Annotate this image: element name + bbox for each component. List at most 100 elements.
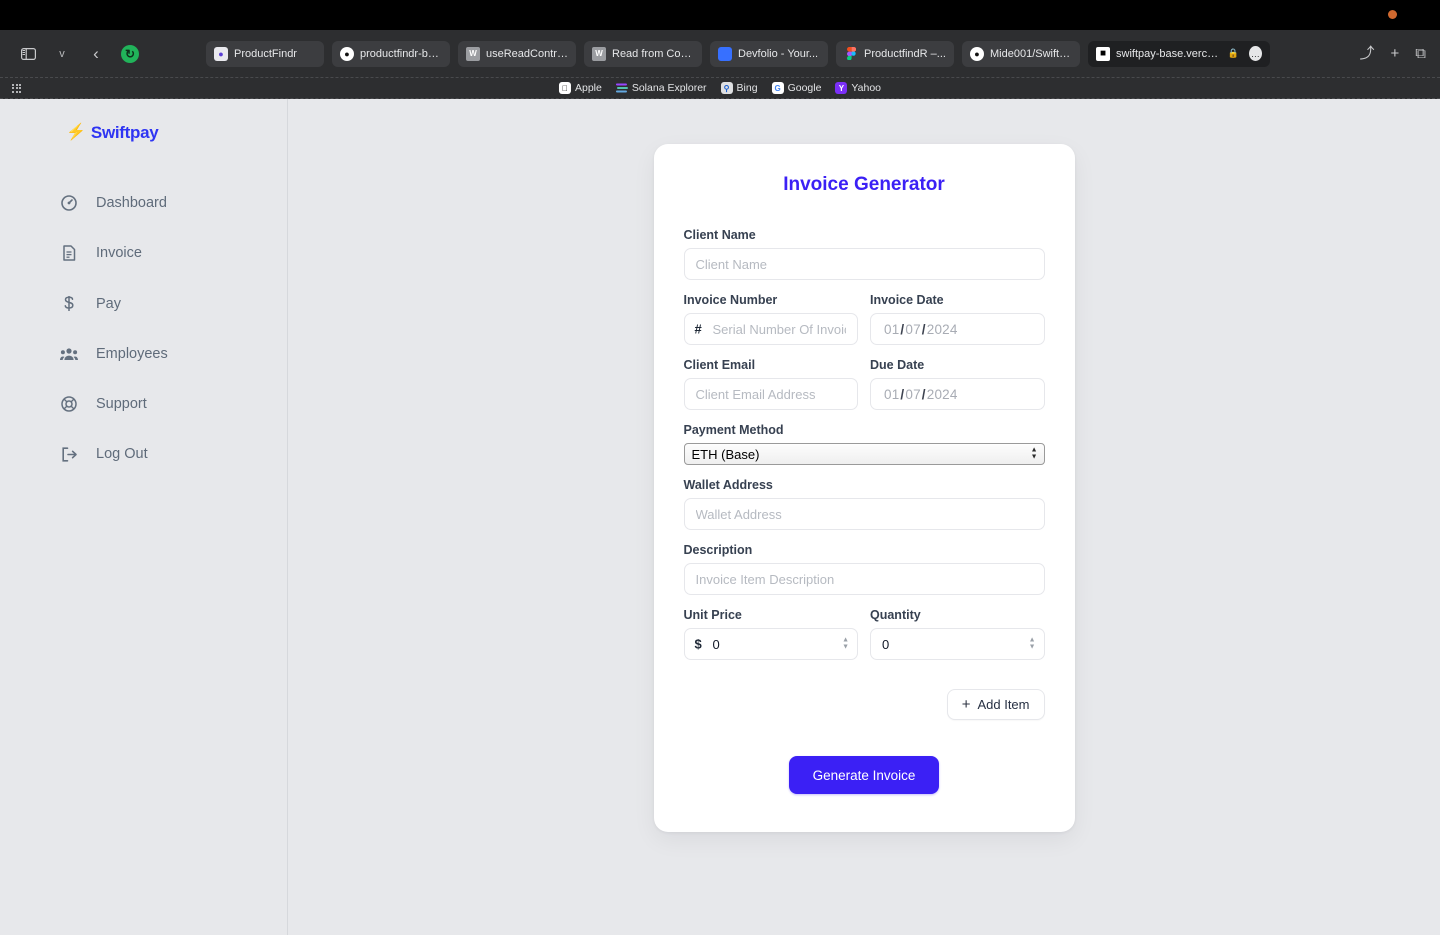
bookmark-label: Google xyxy=(787,82,822,94)
new-tab-icon[interactable]: + xyxy=(1391,46,1400,61)
bookmark-item[interactable]: G Google xyxy=(771,82,822,94)
field-payment-method: Payment Method ETH (Base) ▲ ▼ xyxy=(683,423,1045,465)
tab-label: Devfolio - Your... xyxy=(738,47,819,60)
add-item-button[interactable]: + Add Item xyxy=(946,689,1045,720)
field-unit-price: Unit Price $ ▲▼ xyxy=(683,608,858,660)
back-button[interactable]: ‹ xyxy=(82,41,110,67)
apps-grid-icon[interactable] xyxy=(12,83,21,93)
tab-label: ProductFindr xyxy=(234,47,297,60)
browser-tab[interactable]: W Read from Cont... xyxy=(584,40,702,67)
invoice-number-wrapper: # xyxy=(683,313,858,345)
browser-tab[interactable]: ● productfindr-ba... xyxy=(332,40,450,67)
generate-invoice-button[interactable]: Generate Invoice xyxy=(788,756,940,794)
sidebar-item-employees[interactable]: Employees xyxy=(0,336,287,372)
share-icon[interactable]: ⤴ xyxy=(1360,46,1375,61)
bookmarks-bar:  Apple Solana Explorer ⚲ Bing G xyxy=(0,77,1440,99)
invoice-date-label: Invoice Date xyxy=(870,293,944,307)
sidebar-nav: Dashboard Invoice Pay Employees Support … xyxy=(0,185,287,486)
wagmi-icon: W xyxy=(592,46,606,61)
due-date-year: 2024 xyxy=(926,386,958,402)
sidebar-item-support[interactable]: Support xyxy=(0,386,287,422)
invoice-date-month: 07 xyxy=(905,321,921,337)
wallet-address-input[interactable] xyxy=(683,498,1045,530)
devfolio-icon xyxy=(718,46,732,61)
due-date-label: Due Date xyxy=(870,358,925,372)
client-name-label: Client Name xyxy=(683,228,756,242)
quantity-label: Quantity xyxy=(870,608,921,622)
tab-more-icon[interactable]: … xyxy=(1249,46,1262,61)
github-icon: ● xyxy=(970,46,984,61)
quantity-input[interactable] xyxy=(870,628,1045,660)
bookmark-item[interactable]: Y Yahoo xyxy=(835,82,881,94)
tab-groups-icon[interactable]: ⧉ xyxy=(1415,46,1426,61)
tab-strip: ● ProductFindr ● productfindr-ba... W us… xyxy=(206,40,1270,67)
brand-logo[interactable]: ⚡ Swiftpay xyxy=(0,123,287,143)
page-title: Invoice Generator xyxy=(783,174,945,195)
row-unit-price-quantity: Unit Price $ ▲▼ Quantity xyxy=(683,608,1045,673)
tab-label: useReadContra... xyxy=(486,47,568,60)
bookmark-item[interactable]: Solana Explorer xyxy=(615,82,707,94)
sidebar-item-label: Employees xyxy=(96,346,168,362)
reload-icon: ↻ xyxy=(121,44,139,63)
date-separator: / xyxy=(921,386,926,402)
date-separator: / xyxy=(900,321,905,337)
main-content: Invoice Generator Client Name Invoice Nu… xyxy=(288,99,1440,935)
invoice-generator-card: Invoice Generator Client Name Invoice Nu… xyxy=(653,144,1075,832)
sidebar-item-pay[interactable]: Pay xyxy=(0,285,287,322)
browser-tab[interactable]: ● Mide001/Swiftp... xyxy=(962,40,1080,67)
payment-method-select[interactable]: ETH (Base) xyxy=(683,443,1045,465)
bookmark-list:  Apple Solana Explorer ⚲ Bing G xyxy=(558,82,881,94)
browser-tab-active[interactable]: ■ swiftpay-base.vercel.app 🔒 … xyxy=(1088,40,1270,67)
figma-icon xyxy=(844,47,858,61)
client-email-label: Client Email xyxy=(683,358,756,372)
bookmark-label: Apple xyxy=(574,82,602,94)
browser-tab[interactable]: Devfolio - Your... xyxy=(710,40,828,67)
sidebar-toggle-icon[interactable] xyxy=(14,41,42,67)
lifebuoy-icon xyxy=(60,396,78,412)
productfindr-icon: ● xyxy=(214,46,228,61)
payment-method-wrapper: ETH (Base) ▲ ▼ xyxy=(683,443,1045,465)
browser-tab[interactable]: W useReadContra... xyxy=(458,40,576,67)
due-date-month: 07 xyxy=(905,386,921,402)
browser-tab[interactable]: ProductfindR –... xyxy=(836,40,954,67)
add-item-label: Add Item xyxy=(977,697,1030,712)
bookmark-item[interactable]:  Apple xyxy=(558,82,602,94)
page-viewport: ⚡ Swiftpay Dashboard Invoice Pay Employe… xyxy=(0,99,1440,935)
tab-label: swiftpay-base.vercel.app xyxy=(1116,47,1220,60)
tab-label: Mide001/Swiftp... xyxy=(990,47,1072,60)
client-email-input[interactable] xyxy=(683,378,858,410)
chevron-down-icon[interactable]: v xyxy=(48,41,76,67)
apple-icon:  xyxy=(558,82,571,94)
invoice-date-input[interactable]: 01 / 07 / 2024 xyxy=(870,313,1045,345)
due-date-input[interactable]: 01 / 07 / 2024 xyxy=(870,378,1045,410)
sidebar-item-logout[interactable]: Log Out xyxy=(0,436,287,472)
reload-button[interactable]: ↻ xyxy=(116,41,144,67)
sidebar-item-label: Dashboard xyxy=(96,195,167,211)
google-icon: G xyxy=(771,82,784,94)
browser-actions: ⤴ + ⧉ xyxy=(1360,46,1427,61)
quantity-wrapper: ▲▼ xyxy=(870,628,1045,660)
sidebar-item-invoice[interactable]: Invoice xyxy=(0,235,287,271)
wagmi-icon: W xyxy=(466,46,480,61)
brand-name: Swiftpay xyxy=(90,123,159,142)
invoice-number-input[interactable] xyxy=(683,313,858,345)
client-name-input[interactable] xyxy=(683,248,1045,280)
browser-tab[interactable]: ● ProductFindr xyxy=(206,40,324,67)
sidebar-item-label: Support xyxy=(96,396,147,412)
field-invoice-number: Invoice Number # xyxy=(683,293,858,345)
people-icon xyxy=(60,347,78,361)
bookmark-item[interactable]: ⚲ Bing xyxy=(720,82,758,94)
sidebar-item-dashboard[interactable]: Dashboard xyxy=(0,185,287,221)
field-client-email: Client Email xyxy=(683,358,858,410)
tab-label: productfindr-ba... xyxy=(360,47,442,60)
generate-row: Generate Invoice xyxy=(684,756,1045,794)
row-client-email-due-date: Client Email Due Date 01 / 07 / 2024 xyxy=(683,358,1045,423)
date-separator: / xyxy=(921,321,926,337)
field-due-date: Due Date 01 / 07 / 2024 xyxy=(870,358,1045,410)
unit-price-input[interactable] xyxy=(683,628,858,660)
row-invoice-number-date: Invoice Number # Invoice Date 01 / 07 / xyxy=(683,293,1045,358)
speedometer-icon xyxy=(60,195,78,211)
document-icon xyxy=(60,245,78,261)
description-input[interactable] xyxy=(683,563,1045,595)
app-sidebar: ⚡ Swiftpay Dashboard Invoice Pay Employe… xyxy=(0,99,288,935)
